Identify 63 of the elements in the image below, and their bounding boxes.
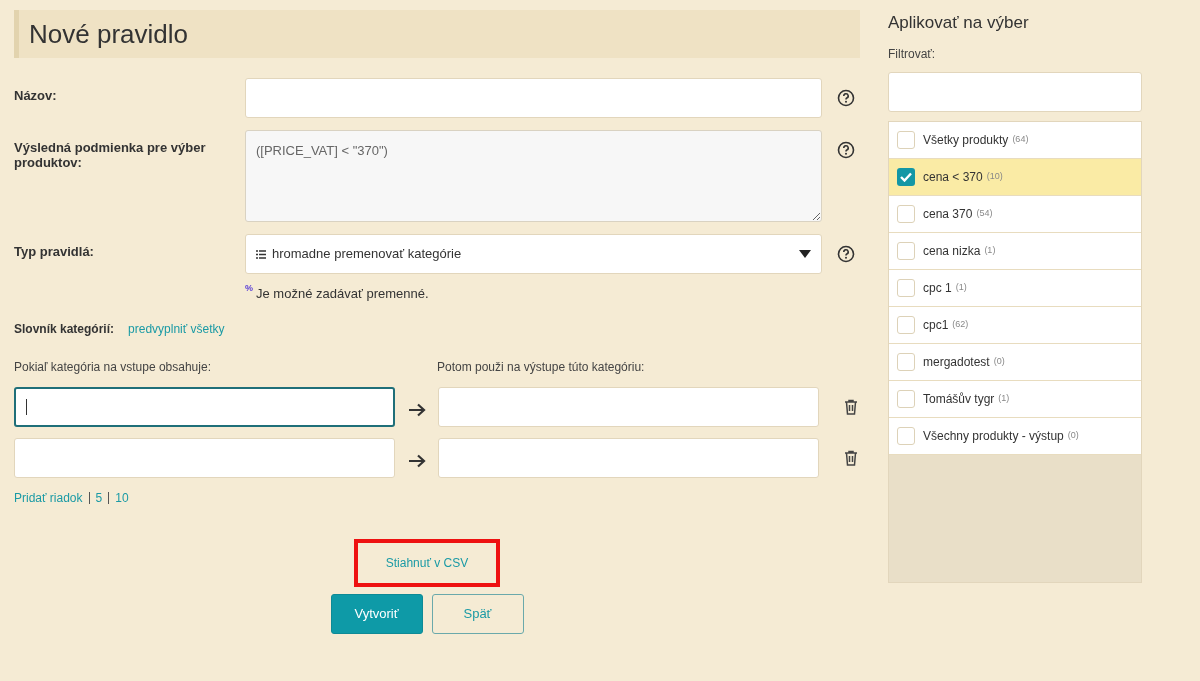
condition-textarea[interactable]: ([PRICE_VAT] < "370") (245, 130, 822, 222)
arrow-right-icon (408, 453, 426, 468)
item-count: (64) (1012, 132, 1029, 146)
selection-list-item[interactable]: cpc 1 (1) (889, 269, 1141, 307)
selection-list-item[interactable]: Tomášův tygr (1) (889, 380, 1141, 418)
caret-down-icon (799, 250, 811, 258)
help-icon[interactable] (837, 141, 855, 159)
selection-list-item[interactable]: mergadotest (0) (889, 343, 1141, 381)
selection-list-item[interactable]: cena nizka (1) (889, 232, 1141, 270)
sidebar-title: Aplikovať na výber (888, 12, 1030, 34)
item-count: (54) (976, 206, 993, 220)
output-column-heading: Potom použi na výstupe túto kategóriu: (437, 358, 645, 376)
filter-input-field[interactable] (888, 71, 1142, 112)
checkbox[interactable] (897, 389, 915, 408)
checkbox[interactable] (897, 352, 915, 371)
checkbox[interactable] (897, 315, 915, 334)
field-label: Názov: (14, 87, 58, 103)
filter-label: Filtrovať: (888, 45, 937, 63)
selection-list-item[interactable]: cpc1 (62) (889, 306, 1141, 344)
item-count: (0) (993, 354, 1005, 368)
selection-list-item[interactable]: Všetky produkty (64) (889, 121, 1141, 159)
item-count: (1) (984, 243, 996, 257)
selection-list-item[interactable]: cena < 370 (10) (889, 158, 1141, 196)
checkbox[interactable] (897, 130, 915, 149)
name-input-field[interactable] (245, 78, 822, 118)
rule-type-dropdown[interactable]: hromadne premenovať kategórie (245, 234, 822, 274)
checkbox[interactable] (897, 278, 915, 297)
trash-icon[interactable] (844, 398, 858, 415)
item-count: (10) (986, 169, 1003, 183)
item-label: mergadotest (923, 353, 990, 371)
item-count: (0) (1067, 428, 1079, 442)
selection-list-item[interactable]: Všechny produkty - výstup (0) (889, 417, 1141, 455)
checkbox[interactable] (897, 241, 915, 260)
input-column-heading: Pokiaľ kategória na vstupe obsahuje: (14, 358, 212, 376)
item-label: cpc1 (923, 316, 949, 334)
item-label: cena nizka (923, 242, 981, 260)
arrow-right-icon (408, 402, 426, 417)
item-label: cena < 370 (923, 168, 983, 186)
help-icon[interactable] (837, 89, 855, 107)
page-heading: Nové pravidlo (14, 10, 860, 58)
field-label: Typ pravidlá: (14, 243, 95, 259)
item-label: cena 370 (923, 205, 973, 223)
category-output-field[interactable] (438, 386, 819, 427)
checkbox[interactable] (897, 204, 915, 223)
category-input-field[interactable] (14, 386, 395, 427)
list-icon (256, 249, 266, 259)
selection-list-item[interactable]: cena 370 (54) (889, 195, 1141, 233)
checkbox[interactable] (897, 167, 915, 186)
dictionary-label: Slovník kategórií: (14, 320, 115, 338)
percent-mark: % (245, 284, 253, 293)
checkbox[interactable] (897, 426, 915, 445)
help-icon[interactable] (837, 245, 855, 263)
item-label: Všetky produkty (923, 131, 1009, 149)
category-output-field[interactable] (438, 437, 819, 478)
item-count: (1) (998, 391, 1010, 405)
field-label: Výsledná podmienka pre výber produktov: (14, 139, 207, 170)
item-count: (62) (952, 317, 969, 331)
variables-hint-text: Je možné zadávať premenné. (256, 285, 429, 303)
item-label: Všechny produkty - výstup (923, 427, 1064, 445)
trash-icon[interactable] (844, 449, 858, 466)
item-label: Tomášův tygr (923, 390, 995, 408)
item-count: (1) (955, 280, 967, 294)
item-label: cpc 1 (923, 279, 952, 297)
